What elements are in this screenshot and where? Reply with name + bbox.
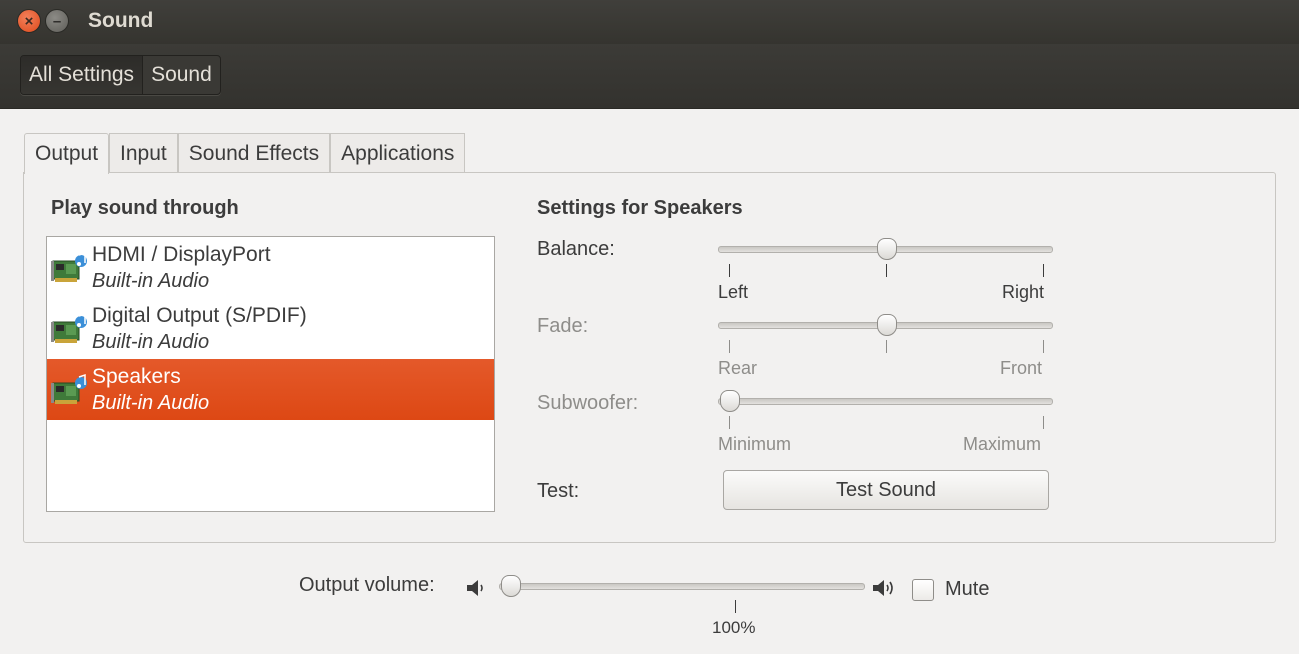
- device-name: Speakers: [92, 365, 181, 388]
- mute-label: Mute: [945, 578, 990, 600]
- tick-mark: [1043, 264, 1044, 277]
- speaker-low-icon: [467, 580, 483, 596]
- tick-mark: [1043, 340, 1044, 353]
- fade-slider[interactable]: [718, 314, 1053, 338]
- subwoofer-slider[interactable]: [718, 390, 1053, 414]
- subwoofer-max-label: Maximum: [963, 434, 1042, 454]
- tick-mark: [729, 340, 730, 353]
- list-item[interactable]: HDMI / DisplayPort Built-in Audio: [47, 237, 494, 298]
- tab-output[interactable]: Output: [24, 133, 110, 174]
- test-sound-button[interactable]: Test Sound: [723, 470, 1049, 510]
- device-subtitle: Built-in Audio: [92, 392, 210, 414]
- device-list[interactable]: HDMI / DisplayPort Built-in Audio Digita…: [46, 236, 495, 512]
- subwoofer-label: Subwoofer:: [537, 392, 639, 414]
- device-subtitle: Built-in Audio: [92, 331, 210, 353]
- balance-right-label: Right: [1002, 282, 1045, 302]
- tick-mark: [1043, 416, 1044, 429]
- title-bar: × – Sound: [0, 0, 1299, 44]
- fade-front-label: Front: [1000, 358, 1043, 378]
- list-item-selected[interactable]: Speakers Built-in Audio: [47, 359, 494, 420]
- settings-heading: Settings for Speakers: [537, 197, 743, 219]
- balance-left-label: Left: [718, 282, 749, 302]
- window-title: Sound: [88, 9, 154, 32]
- slider-handle[interactable]: [720, 390, 740, 412]
- subwoofer-min-label: Minimum: [718, 434, 792, 454]
- tick-mark: [735, 600, 736, 613]
- sound-card-icon: [51, 312, 87, 343]
- sound-card-icon: [51, 373, 87, 404]
- list-item[interactable]: Digital Output (S/PDIF) Built-in Audio: [47, 298, 494, 359]
- toolbar: All Settings Sound: [0, 44, 1299, 109]
- slider-handle[interactable]: [876, 314, 897, 336]
- test-label: Test:: [537, 480, 580, 502]
- close-icon[interactable]: ×: [17, 9, 41, 33]
- device-name: HDMI / DisplayPort: [92, 243, 271, 266]
- speaker-high-icon: [873, 580, 893, 596]
- balance-slider[interactable]: [718, 238, 1053, 262]
- breadcrumb: All Settings Sound: [20, 55, 221, 95]
- balance-label: Balance:: [537, 238, 615, 260]
- tick-mark: [729, 264, 730, 277]
- play-sound-through-heading: Play sound through: [51, 197, 239, 219]
- tick-mark: [886, 340, 887, 353]
- tab-applications[interactable]: Applications: [330, 133, 466, 172]
- tab-input[interactable]: Input: [109, 133, 178, 172]
- sound-crumb-button[interactable]: Sound: [143, 56, 220, 94]
- fade-rear-label: Rear: [718, 358, 758, 378]
- sound-card-icon: [51, 251, 87, 282]
- device-name: Digital Output (S/PDIF): [92, 304, 307, 327]
- slider-handle[interactable]: [501, 575, 521, 597]
- minimize-icon[interactable]: –: [45, 9, 69, 33]
- tab-bar: Output Input Sound Effects Applications: [24, 133, 466, 174]
- slider-track: [718, 398, 1053, 405]
- mute-checkbox[interactable]: [912, 579, 934, 601]
- tick-mark: [729, 416, 730, 429]
- device-subtitle: Built-in Audio: [92, 270, 210, 292]
- fade-label: Fade:: [537, 315, 589, 337]
- slider-track: [499, 583, 865, 590]
- tab-sound-effects[interactable]: Sound Effects: [177, 133, 331, 172]
- volume-value-label: 100%: [712, 618, 756, 637]
- all-settings-button[interactable]: All Settings: [21, 56, 144, 94]
- output-volume-label: Output volume:: [299, 574, 435, 596]
- slider-handle[interactable]: [876, 238, 897, 260]
- tick-mark: [886, 264, 887, 277]
- output-volume-slider[interactable]: [499, 575, 865, 599]
